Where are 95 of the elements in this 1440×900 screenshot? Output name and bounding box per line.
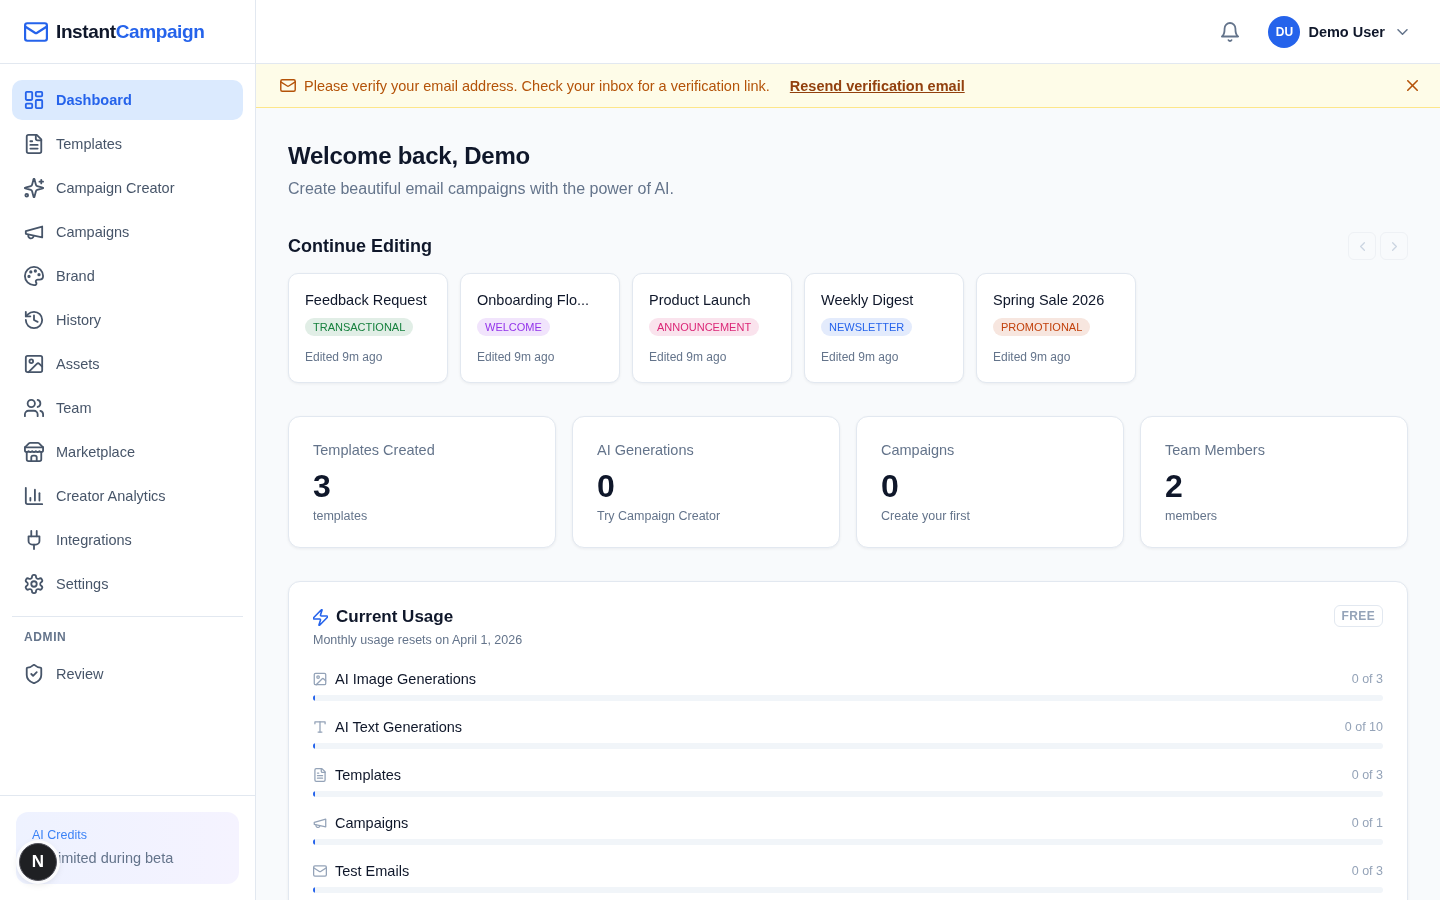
edited-time: Edited 9m ago — [477, 349, 556, 365]
usage-label: AI Image Generations — [335, 671, 477, 687]
usage-label: Templates — [335, 767, 402, 783]
credits-title: AI Credits — [32, 827, 88, 843]
category-tag: PROMOTIONAL — [993, 318, 1091, 336]
stat-note: Try Campaign Creator — [597, 508, 722, 524]
banner-message: Please verify your email address. Check your inbox for a verification link. — [304, 77, 770, 94]
close-button[interactable] — [1405, 78, 1420, 93]
draft-title: Onboarding Flo... — [477, 291, 591, 310]
floating-badge-button[interactable]: N — [19, 843, 57, 881]
draft-card[interactable]: Weekly Digest NEWSLETTER Edited 9m ago — [804, 273, 964, 383]
stat-note: templates — [313, 508, 369, 524]
close-icon — [1407, 80, 1418, 91]
logo-text: InstantCampaign — [56, 20, 205, 43]
category-tag: TRANSACTIONAL — [305, 318, 414, 336]
history-icon — [24, 310, 44, 330]
section-heading: ADMIN — [23, 629, 68, 646]
palette-icon — [24, 266, 44, 286]
bell-icon — [1221, 21, 1240, 42]
usage-label: Test Emails — [335, 863, 410, 879]
nav-item[interactable]: Brand — [12, 256, 243, 296]
nav-item[interactable]: Templates — [12, 124, 243, 164]
stat-label: Team Members — [1165, 441, 1266, 460]
usage-count: 0 of 10 — [1344, 720, 1383, 734]
usage-label: AI Text Generations — [335, 719, 463, 735]
sparkle-icon — [24, 178, 44, 198]
draft-card[interactable]: Spring Sale 2026 PROMOTIONAL Edited 9m ago — [976, 273, 1136, 383]
usage-count: 0 of 1 — [1351, 816, 1383, 830]
draft-title: Weekly Digest — [821, 291, 915, 310]
usage-count: 0 of 3 — [1351, 672, 1383, 686]
edited-time: Edited 9m ago — [993, 349, 1072, 365]
page-subtitle: Create beautiful email campaigns with the power of AI. — [288, 179, 675, 199]
shield-check-icon — [24, 664, 44, 684]
draft-title: Feedback Request — [305, 291, 428, 310]
usage-count: 0 of 3 — [1351, 864, 1383, 878]
chevron-left-icon — [1359, 241, 1365, 251]
nav-item[interactable]: Marketplace — [12, 432, 243, 472]
nav-item[interactable]: Campaign Creator — [12, 168, 243, 208]
document-icon — [313, 768, 327, 782]
megaphone-icon — [313, 816, 327, 830]
mail-logo-icon — [24, 21, 48, 42]
stat-note: members — [1165, 508, 1219, 524]
lightning-icon — [313, 608, 328, 626]
stat-label: AI Generations — [597, 441, 695, 460]
edited-time: Edited 9m ago — [649, 349, 728, 365]
text-icon — [313, 720, 327, 734]
usage-title: Current Usage — [336, 606, 454, 628]
chevron-down-icon — [1397, 28, 1408, 35]
nav-item[interactable]: Settings — [12, 564, 243, 604]
stat-value: 2 — [1165, 468, 1184, 504]
avatar: DU — [1268, 15, 1301, 48]
stat-note: Create your first — [881, 508, 971, 524]
stat-label: Campaigns — [881, 441, 956, 460]
draft-card[interactable]: Product Launch ANNOUNCEMENT Edited 9m ago — [632, 273, 792, 383]
usage-label: Campaigns — [335, 815, 409, 831]
nav-item[interactable]: Integrations — [12, 520, 243, 560]
draft-card[interactable]: Feedback Request TRANSACTIONAL Edited 9m ago — [288, 273, 448, 383]
usage-subtitle: Monthly usage resets on April 1, 2026 — [313, 632, 523, 649]
draft-title: Spring Sale 2026 — [993, 291, 1106, 310]
category-tag: WELCOME — [477, 318, 550, 336]
edited-time: Edited 9m ago — [305, 349, 384, 365]
stat-value: 3 — [313, 468, 332, 504]
grid-icon — [24, 90, 44, 110]
nav-item[interactable]: Dashboard — [12, 80, 243, 120]
usage-count: 0 of 3 — [1351, 768, 1383, 782]
category-tag: NEWSLETTER — [821, 318, 913, 336]
nav-item[interactable]: History — [12, 300, 243, 340]
plan-badge: FREE — [1333, 605, 1383, 627]
image-icon — [313, 672, 327, 686]
stat-value: 0 — [881, 468, 900, 504]
mail-icon — [280, 79, 296, 92]
category-tag: ANNOUNCEMENT — [649, 318, 760, 336]
people-icon — [24, 398, 44, 418]
draft-title: Product Launch — [649, 291, 752, 310]
nav-item[interactable]: Review — [12, 654, 243, 694]
stat-value: 0 — [597, 468, 616, 504]
resend-link[interactable]: Resend verification email — [789, 77, 965, 94]
credits-text: imited during beta — [58, 850, 174, 866]
image-icon — [24, 354, 44, 374]
edited-time: Edited 9m ago — [821, 349, 900, 365]
user-menu-button[interactable]: DU Demo User — [1268, 15, 1408, 48]
draft-card[interactable]: Onboarding Flo... WELCOME Edited 9m ago — [460, 273, 620, 383]
nav-item[interactable]: Creator Analytics — [12, 476, 243, 516]
mail-icon — [313, 864, 327, 878]
section-title: Continue Editing — [288, 235, 432, 258]
nav-item[interactable]: Team — [12, 388, 243, 428]
chevron-right-icon — [1391, 241, 1397, 251]
document-icon — [24, 134, 44, 154]
stat-label: Templates Created — [313, 441, 436, 460]
nav-item[interactable]: Assets — [12, 344, 243, 384]
nav-item[interactable]: Campaigns — [12, 212, 243, 252]
settings-icon — [24, 574, 44, 594]
page-title: Welcome back, Demo — [288, 141, 531, 171]
storefront-icon — [24, 442, 44, 462]
bar-chart-icon — [24, 486, 44, 506]
